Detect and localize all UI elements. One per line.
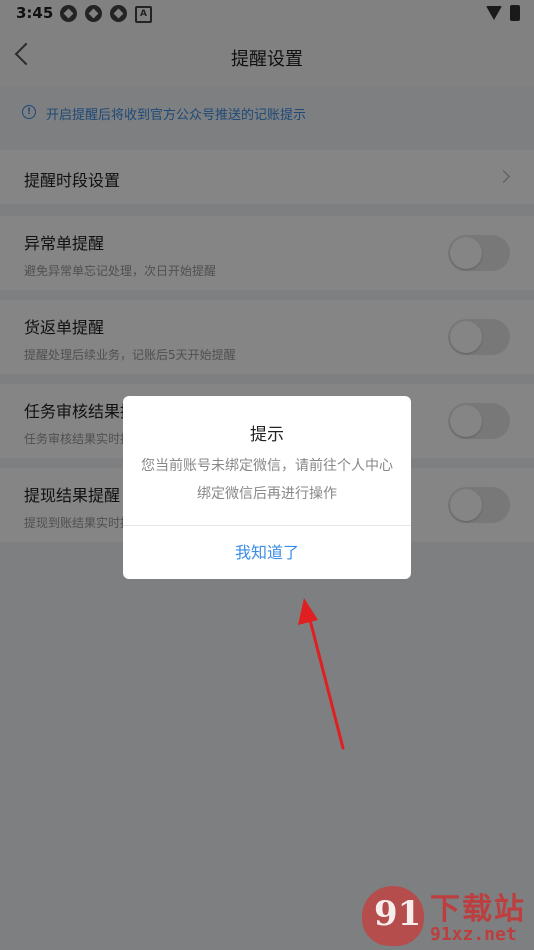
watermark: 下载站 91xz.net xyxy=(362,884,532,948)
watermark-logo-icon xyxy=(362,886,424,946)
annotation-arrow-icon xyxy=(298,598,345,750)
watermark-url: 91xz.net xyxy=(430,924,517,945)
watermark-brand: 下载站 xyxy=(430,892,526,927)
